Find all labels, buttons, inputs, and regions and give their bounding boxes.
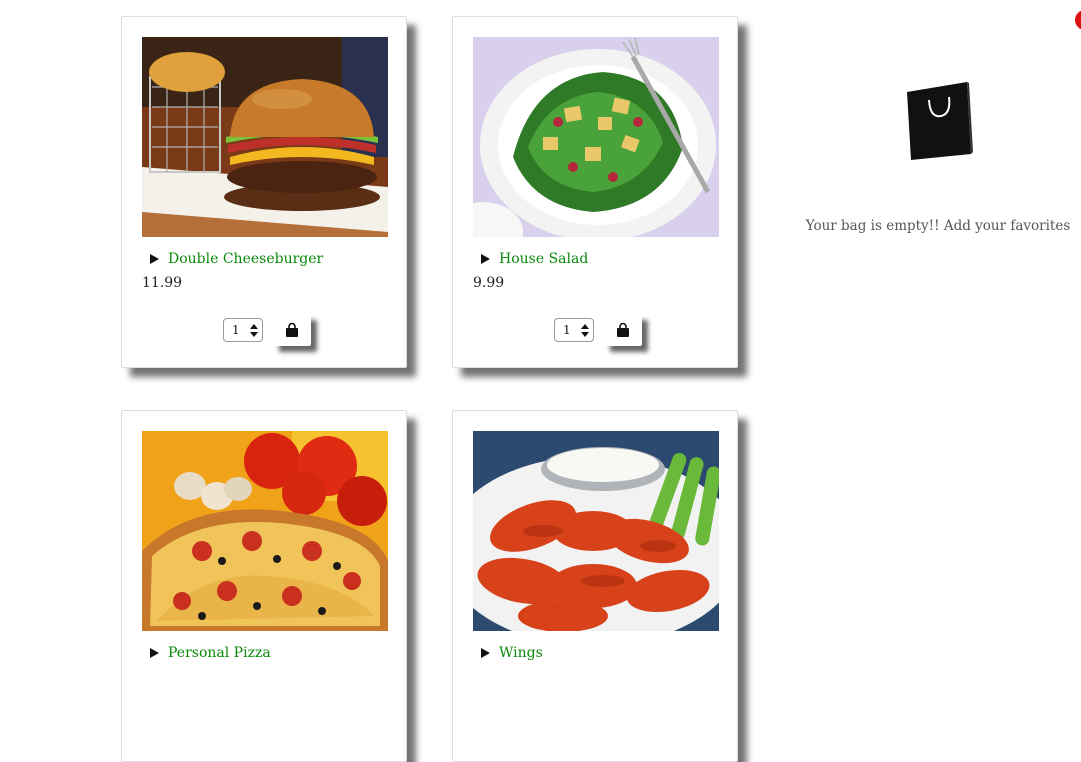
cheeseburger-photo [142, 37, 388, 237]
salad-photo [473, 37, 719, 237]
menu-item-toggle[interactable]: Personal Pizza [150, 643, 271, 663]
menu-item-name[interactable]: Wings [499, 645, 543, 661]
shopping-bag-icon [907, 82, 973, 160]
empty-bag-message: Your bag is empty!! Add your favorites [805, 218, 1071, 234]
add-to-bag-button[interactable] [273, 314, 311, 346]
quantity-value: 1 [563, 323, 571, 337]
menu-item-price: 11.99 [142, 275, 183, 291]
shopping-bag-icon [286, 322, 298, 337]
play-triangle-icon [150, 254, 159, 264]
select-arrows-icon [581, 324, 589, 337]
menu-item-card: Personal Pizza [121, 410, 407, 762]
menu-item-card: House Salad 9.99 1 [452, 16, 738, 368]
menu-item-price: 9.99 [473, 275, 505, 291]
menu-item-name[interactable]: House Salad [499, 251, 588, 267]
play-triangle-icon [481, 254, 490, 264]
quantity-select[interactable]: 1 [554, 318, 594, 342]
menu-item-toggle[interactable]: Double Cheeseburger [150, 249, 323, 269]
add-to-bag-button[interactable] [604, 314, 642, 346]
wings-photo [473, 431, 719, 631]
menu-item-name[interactable]: Double Cheeseburger [168, 251, 323, 267]
menu-item-name[interactable]: Personal Pizza [168, 645, 271, 661]
pizza-photo [142, 431, 388, 631]
shopping-bag-panel: Your bag is empty!! Add your favorites [800, 0, 1076, 300]
menu-item-controls: 1 [223, 314, 311, 346]
menu-item-card: Double Cheeseburger 11.99 1 [121, 16, 407, 368]
menu-item-controls: 1 [554, 314, 642, 346]
select-arrows-icon [250, 324, 258, 337]
menu-item-toggle[interactable]: Wings [481, 643, 543, 663]
menu-item-card: Wings [452, 410, 738, 762]
menu-grid: Double Cheeseburger 11.99 1 House Salad … [0, 0, 780, 762]
shopping-bag-icon [617, 322, 629, 337]
menu-item-toggle[interactable]: House Salad [481, 249, 588, 269]
quantity-select[interactable]: 1 [223, 318, 263, 342]
quantity-value: 1 [232, 323, 240, 337]
